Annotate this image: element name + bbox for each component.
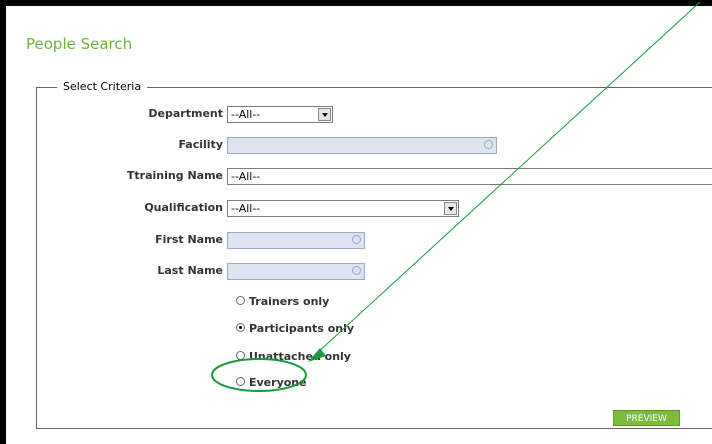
facility-input[interactable] — [227, 137, 497, 154]
lookup-circle-icon — [352, 266, 361, 275]
criteria-legend: Select Criteria — [57, 80, 148, 93]
radio-label: Everyone — [249, 376, 307, 389]
radio-button[interactable] — [236, 323, 245, 332]
training-name-label: Ttraining Name — [126, 169, 223, 182]
radio-button[interactable] — [236, 351, 245, 360]
radio-everyone[interactable]: Everyone — [236, 376, 307, 389]
chevron-down-icon[interactable] — [318, 108, 331, 121]
radio-unattached-only[interactable]: Unattached only — [236, 350, 351, 363]
radio-label: Participants only — [249, 322, 355, 335]
department-value: --All-- — [231, 108, 261, 121]
last-name-input[interactable] — [227, 263, 365, 280]
qualification-label: Qualification — [144, 201, 223, 214]
select-criteria-fieldset: Select Criteria Department --All-- Facil… — [36, 80, 712, 429]
radio-participants-only[interactable]: Participants only — [236, 322, 354, 335]
qualification-value: --All-- — [231, 202, 261, 215]
radio-button[interactable] — [236, 377, 245, 386]
page-title: People Search — [26, 35, 133, 53]
training-name-value: --All-- — [231, 170, 261, 183]
department-label: Department — [148, 107, 223, 120]
chevron-down-icon[interactable] — [444, 202, 457, 215]
facility-label: Facility — [178, 138, 223, 151]
first-name-label: First Name — [155, 233, 223, 246]
preview-button[interactable]: PREVIEW — [613, 410, 680, 426]
department-select[interactable]: --All-- — [227, 106, 333, 123]
radio-label: Unattached only — [249, 350, 351, 363]
radio-trainers-only[interactable]: Trainers only — [236, 295, 329, 308]
app-window: People Search Select Criteria Department… — [6, 6, 712, 444]
first-name-input[interactable] — [227, 232, 365, 249]
training-name-select[interactable]: --All-- — [227, 168, 712, 185]
lookup-circle-icon — [484, 140, 493, 149]
radio-button[interactable] — [236, 296, 245, 305]
last-name-label: Last Name — [157, 264, 223, 277]
radio-label: Trainers only — [249, 295, 330, 308]
lookup-circle-icon — [352, 235, 361, 244]
qualification-select[interactable]: --All-- — [227, 200, 459, 217]
